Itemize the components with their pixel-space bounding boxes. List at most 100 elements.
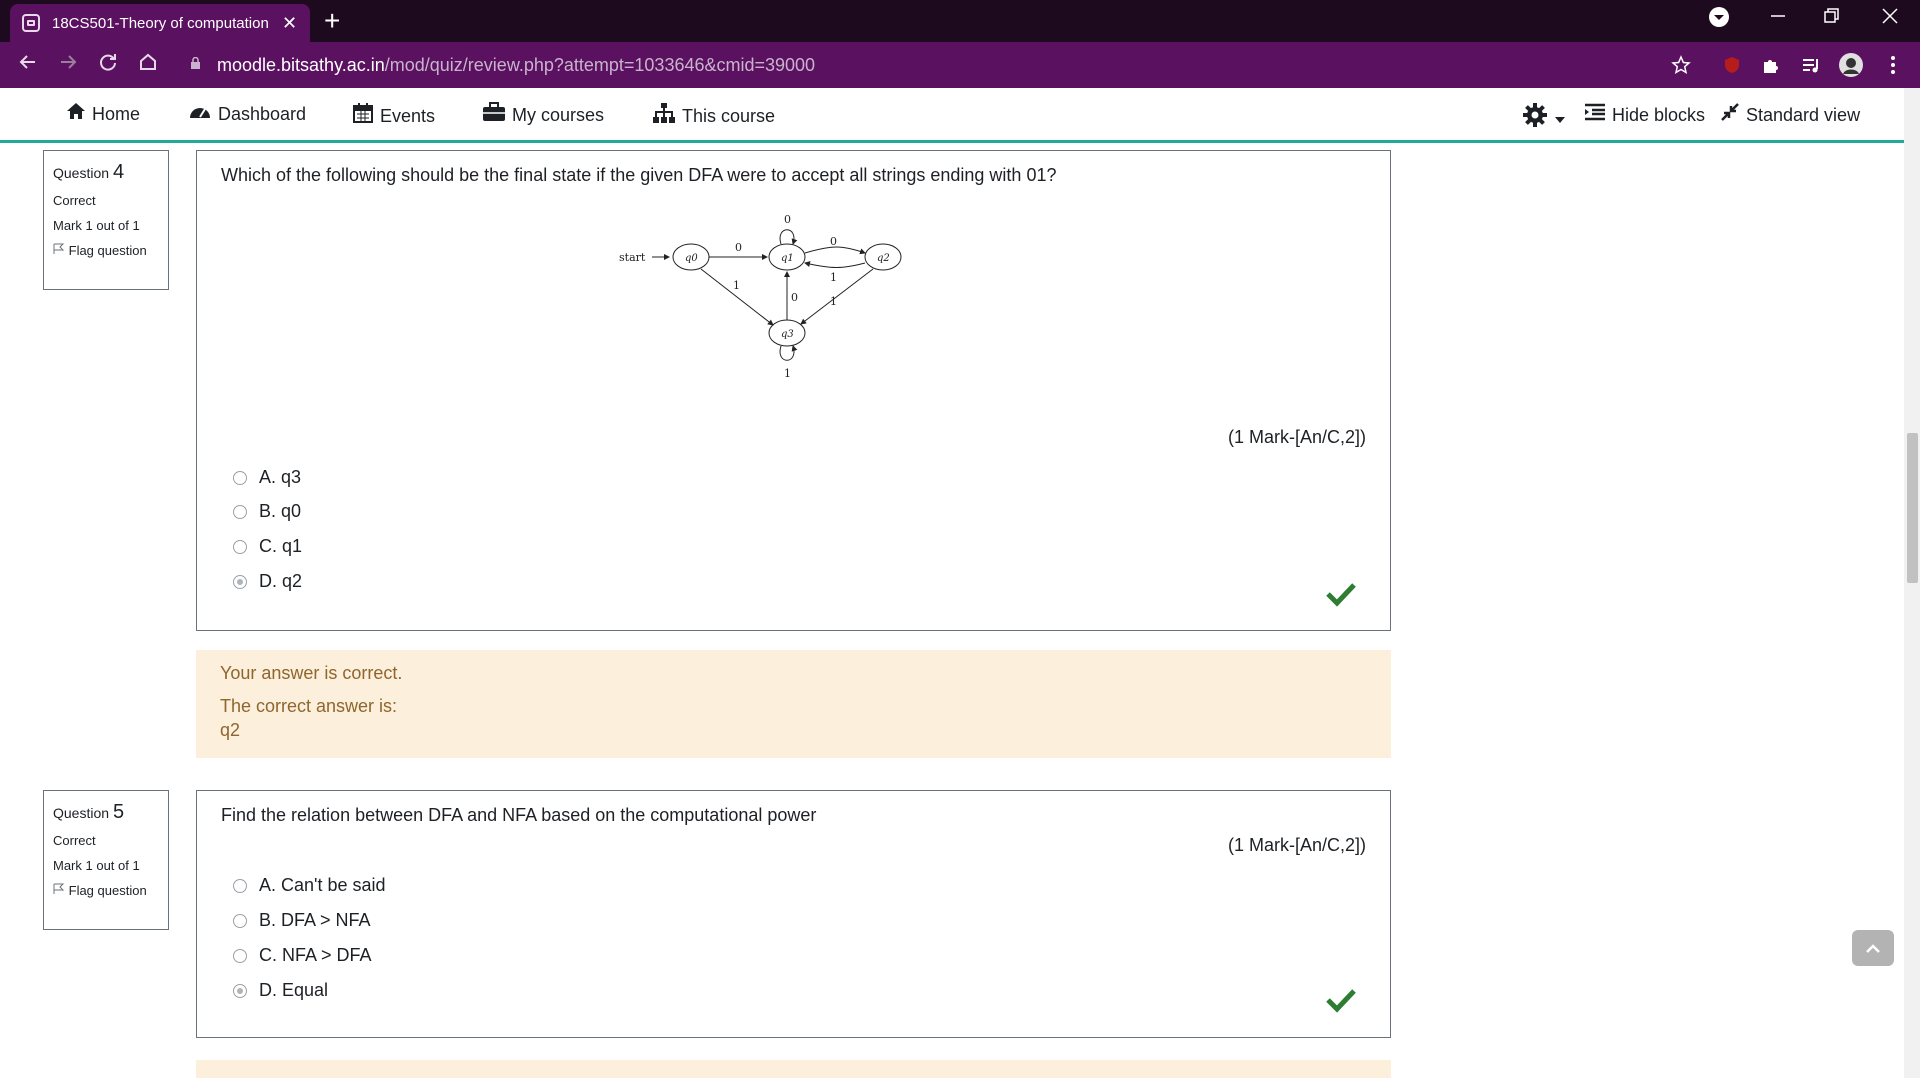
nav-dashboard-label: Dashboard — [218, 103, 307, 124]
radio-button[interactable] — [233, 470, 247, 485]
extensions-puzzle-icon[interactable] — [1758, 52, 1784, 78]
ublock-icon[interactable] — [1719, 52, 1745, 78]
nav-my-courses-label: My courses — [512, 104, 605, 125]
nav-my-courses[interactable]: My courses — [482, 102, 604, 128]
dfa-state-q1: q1 — [781, 253, 794, 264]
hide-blocks-button[interactable]: Hide blocks — [1584, 102, 1705, 128]
back-to-top-button[interactable] — [1852, 930, 1894, 966]
hide-blocks-label: Hide blocks — [1612, 104, 1706, 125]
radio-button[interactable] — [233, 948, 247, 963]
restore-icon[interactable] — [1822, 6, 1842, 32]
option-label: C. NFA > DFA — [259, 945, 372, 965]
question-state: Correct — [53, 833, 96, 848]
dfa-edge-label: 0 — [784, 213, 791, 226]
flag-question-link[interactable]: Flag question — [53, 243, 159, 258]
standard-view-label: Standard view — [1746, 104, 1861, 125]
url-field[interactable]: moodle.bitsathy.ac.in/mod/quiz/review.ph… — [180, 50, 1700, 80]
answer-option[interactable]: B. q0 — [233, 501, 301, 522]
question-mark: Mark 1 out of 1 — [53, 857, 140, 873]
nav-home-label: Home — [92, 103, 141, 124]
dfa-edge-label: 1 — [733, 279, 740, 292]
nav-home[interactable]: Home — [66, 102, 140, 126]
answer-option[interactable]: C. NFA > DFA — [233, 945, 372, 966]
option-label: B. q0 — [259, 501, 302, 521]
flag-question-label: Flag question — [68, 882, 147, 898]
radio-button-selected[interactable] — [233, 983, 247, 998]
question-number: Question 5 — [53, 799, 159, 825]
question-marks-info: (1 Mark-[An/C,2]) — [1227, 835, 1366, 855]
correct-check-icon — [1326, 583, 1356, 607]
flag-icon — [53, 243, 65, 258]
flag-question-link[interactable]: Flag question — [53, 883, 159, 898]
forward-icon[interactable] — [54, 51, 82, 79]
dfa-edge-label: 0 — [791, 291, 798, 304]
flag-icon — [53, 883, 65, 898]
radio-button[interactable] — [233, 878, 247, 893]
nav-this-course[interactable]: This course — [652, 102, 775, 130]
dashboard-icon — [188, 102, 212, 126]
feedback-result: Your answer is correct. — [220, 663, 403, 683]
answer-option[interactable]: B. DFA > NFA — [233, 910, 371, 931]
feedback-box: Your answer is correct. The correct answ… — [196, 650, 1391, 758]
radio-button[interactable] — [233, 504, 247, 519]
question-number: Question 4 — [53, 159, 159, 185]
url-path: /mod/quiz/review.php?attempt=1033646&cmi… — [384, 54, 816, 75]
feedback-correct-label: The correct answer is: — [220, 696, 398, 717]
answer-option[interactable]: A. Can't be said — [233, 875, 386, 896]
media-queue-icon[interactable] — [1798, 52, 1824, 78]
new-tab-button[interactable]: + — [324, 5, 340, 37]
option-label: A. Can't be said — [259, 875, 386, 895]
moodle-navbar: Home Dashboard Events My courses This co… — [0, 88, 1904, 143]
back-icon[interactable] — [14, 51, 42, 79]
minimize-icon[interactable] — [1768, 6, 1788, 32]
caret-down-icon — [1554, 108, 1566, 129]
home-icon — [66, 102, 86, 126]
profile-avatar-icon[interactable] — [1838, 52, 1864, 78]
question-mark: Mark 1 out of 1 — [53, 217, 140, 233]
tab-search-icon[interactable] — [1708, 6, 1730, 34]
standard-view-button[interactable]: Standard view — [1720, 102, 1860, 128]
home-browser-icon[interactable] — [134, 51, 162, 79]
question-info-5: Question 5 Correct Mark 1 out of 1 Flag … — [43, 790, 169, 930]
dfa-state-q3: q3 — [781, 329, 794, 340]
sitemap-icon — [652, 102, 676, 130]
chevron-up-icon — [1865, 937, 1881, 960]
option-label: D. q2 — [259, 571, 303, 591]
question-box-4: Which of the following should be the fin… — [196, 150, 1391, 631]
reload-icon[interactable] — [94, 51, 122, 79]
scrollbar-thumb[interactable] — [1907, 433, 1918, 583]
radio-button[interactable] — [233, 913, 247, 928]
answer-option[interactable]: D. Equal — [233, 980, 328, 1001]
tab-close-icon[interactable]: ✕ — [282, 13, 297, 34]
nav-events[interactable]: Events — [352, 102, 435, 130]
question-state: Correct — [53, 193, 96, 208]
feedback-box — [196, 1060, 1391, 1078]
feedback-correct-answer: q2 — [220, 719, 241, 740]
radio-button-selected[interactable] — [233, 574, 247, 589]
settings-menu[interactable] — [1522, 102, 1566, 134]
dfa-edge-label: 0 — [735, 241, 742, 254]
dfa-state-q2: q2 — [877, 253, 890, 264]
dfa-state-q0: q0 — [685, 253, 698, 264]
radio-button[interactable] — [233, 539, 247, 554]
browser-tab[interactable]: 18CS501-Theory of computation ✕ — [10, 4, 310, 42]
calendar-icon — [352, 102, 374, 130]
answer-option[interactable]: A. q3 — [233, 467, 301, 488]
nav-dashboard[interactable]: Dashboard — [188, 102, 306, 126]
bookmark-star-icon[interactable] — [1668, 52, 1694, 78]
answer-option[interactable]: D. q2 — [233, 571, 302, 592]
dfa-edge-label: 0 — [830, 235, 837, 248]
option-label: A. q3 — [259, 467, 302, 487]
url-host: moodle.bitsathy.ac.in — [217, 54, 385, 75]
tab-title: 18CS501-Theory of computation — [52, 14, 269, 32]
dfa-edge-label: 1 — [830, 271, 837, 284]
page-scrollbar[interactable] — [1904, 88, 1920, 1078]
answer-option[interactable]: C. q1 — [233, 536, 302, 557]
question-label: Question — [53, 165, 110, 181]
compress-icon — [1720, 102, 1740, 128]
nav-events-label: Events — [380, 105, 436, 126]
window-close-icon[interactable] — [1880, 6, 1900, 32]
browser-menu-icon[interactable] — [1880, 52, 1906, 78]
dfa-edge-label: 1 — [830, 295, 837, 308]
option-label: B. DFA > NFA — [259, 910, 371, 930]
